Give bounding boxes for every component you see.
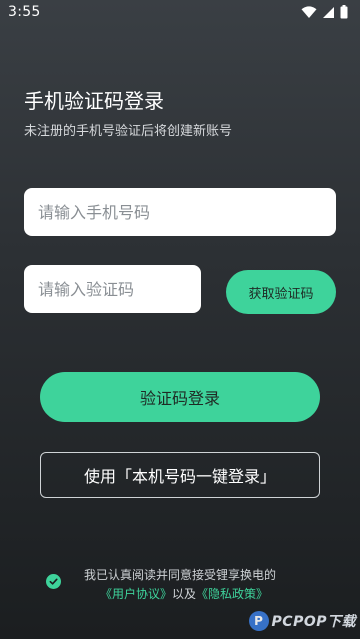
agreement-checkbox[interactable] <box>46 574 61 589</box>
user-agreement-link[interactable]: 《用户协议》 <box>100 587 172 601</box>
page-subtitle: 未注册的手机号验证后将创建新账号 <box>24 124 233 139</box>
agreement-line2: 《用户协议》以及《隐私政策》 <box>84 585 314 604</box>
agreement-conjunction: 以及 <box>172 587 197 601</box>
status-time: 3:55 <box>8 4 41 20</box>
status-icons <box>301 5 348 19</box>
watermark-text: PCPOP下载 <box>271 614 356 630</box>
privacy-policy-link[interactable]: 《隐私政策》 <box>196 587 268 601</box>
wifi-icon <box>301 5 317 19</box>
phone-input[interactable] <box>36 201 336 223</box>
get-code-button[interactable]: 获取验证码 <box>226 270 336 314</box>
agreement-line1: 我已认真阅读并同意接受锂享换电的 <box>84 568 277 582</box>
one-key-login-button[interactable]: 使用「本机号码一键登录」 <box>40 452 320 498</box>
battery-icon <box>340 5 348 19</box>
watermark-logo-icon: P <box>248 611 269 631</box>
status-bar: 3:55 <box>0 0 360 24</box>
code-input[interactable] <box>36 278 201 300</box>
check-icon <box>49 578 58 585</box>
cell-signal-icon <box>322 6 335 19</box>
page-title: 手机验证码登录 <box>24 89 164 113</box>
watermark: P PCPOP下载 <box>248 611 356 631</box>
phone-field[interactable] <box>24 188 336 236</box>
sms-login-button[interactable]: 验证码登录 <box>40 372 320 422</box>
code-field[interactable] <box>24 265 201 313</box>
agreement-text: 我已认真阅读并同意接受锂享换电的 《用户协议》以及《隐私政策》 <box>84 566 314 604</box>
